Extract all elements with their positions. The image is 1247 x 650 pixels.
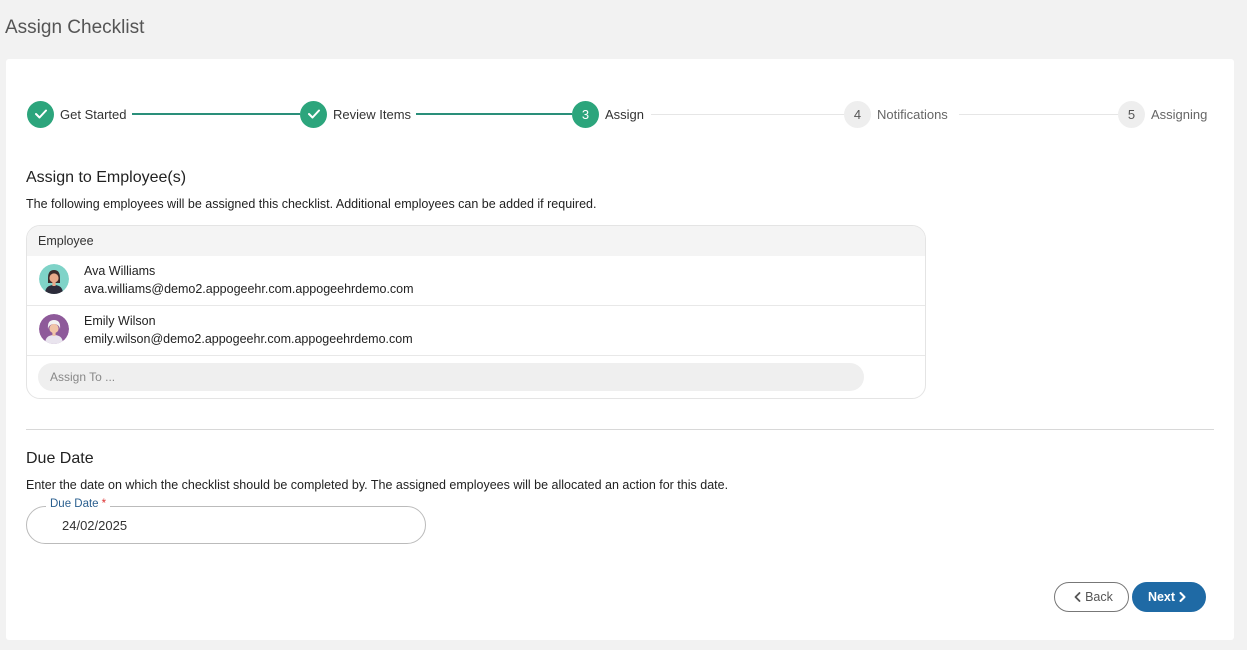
step-number: 4 xyxy=(844,100,871,128)
page-title: Assign Checklist xyxy=(5,17,145,38)
employee-row[interactable]: Ava Williams ava.williams@demo2.appogeeh… xyxy=(27,256,925,306)
check-icon xyxy=(27,100,54,128)
stepper-connector-3 xyxy=(651,114,844,115)
checklist-card: Get Started Review Items 3 Assign 4 Noti… xyxy=(6,59,1234,640)
next-button-label: Next xyxy=(1147,590,1176,604)
step-label: Review Items xyxy=(333,106,412,122)
chevron-left-icon xyxy=(1074,592,1081,602)
employee-email: ava.williams@demo2.appogeehr.com.appogee… xyxy=(84,282,414,296)
assign-to-input[interactable] xyxy=(38,363,864,391)
due-date-value: 24/02/2025 xyxy=(62,518,128,533)
required-asterisk: * xyxy=(101,498,107,510)
stepper-connector-1 xyxy=(132,113,300,115)
step-label: Assigning xyxy=(1151,106,1208,122)
step-label: Notifications xyxy=(877,106,948,122)
step-notifications[interactable]: 4 Notifications xyxy=(844,100,948,128)
due-date-section-description: Enter the date on which the checklist sh… xyxy=(26,478,729,492)
stepper-connector-4 xyxy=(959,114,1119,115)
due-date-field[interactable]: Due Date * 24/02/2025 xyxy=(26,498,426,544)
step-number: 3 xyxy=(572,100,599,128)
step-assign[interactable]: 3 Assign xyxy=(572,100,644,128)
female-avatar-icon xyxy=(39,264,69,294)
stepper: Get Started Review Items 3 Assign 4 Noti… xyxy=(26,100,1211,128)
due-date-label: Due Date * xyxy=(46,498,111,510)
employee-table: Employee Ava Williams ava.williams@demo2… xyxy=(26,225,926,399)
employee-email: emily.wilson@demo2.appogeehr.com.appogee… xyxy=(84,332,413,346)
assign-section-description: The following employees will be assigned… xyxy=(26,197,597,211)
due-date-label-text: Due Date xyxy=(50,498,99,510)
step-label: Assign xyxy=(605,106,645,122)
check-icon xyxy=(300,100,327,128)
employee-row[interactable]: Emily Wilson emily.wilson@demo2.appogeeh… xyxy=(27,306,925,356)
step-get-started[interactable]: Get Started xyxy=(27,100,126,128)
due-date-section-title: Due Date xyxy=(26,450,94,467)
chevron-right-icon xyxy=(1179,592,1186,602)
employee-column-header: Employee xyxy=(27,226,925,256)
stepper-connector-2 xyxy=(416,113,572,115)
elderly-female-avatar-icon xyxy=(39,314,69,344)
back-button[interactable]: Back xyxy=(1054,582,1129,612)
back-button-label: Back xyxy=(1085,590,1113,604)
employee-name: Ava Williams xyxy=(84,264,156,278)
step-assigning[interactable]: 5 Assigning xyxy=(1118,100,1207,128)
step-number: 5 xyxy=(1118,100,1145,128)
section-divider xyxy=(26,429,1214,430)
assign-section-title: Assign to Employee(s) xyxy=(26,169,187,186)
step-review-items[interactable]: Review Items xyxy=(300,100,411,128)
next-button[interactable]: Next xyxy=(1132,582,1206,612)
step-label: Get Started xyxy=(60,106,127,122)
employee-name: Emily Wilson xyxy=(84,314,156,328)
